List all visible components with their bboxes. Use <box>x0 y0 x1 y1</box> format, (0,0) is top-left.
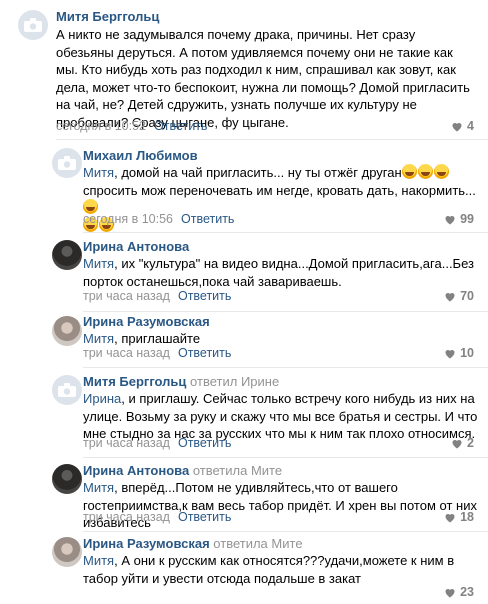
comment-2: Михаил Любимов Митя, домой на чай пригла… <box>0 140 488 233</box>
reply-button[interactable]: Ответить <box>181 212 234 226</box>
comment-6: Ирина Антонова ответила Мите Митя, вперё… <box>0 460 488 532</box>
divider <box>83 531 488 532</box>
mention-link[interactable]: Митя <box>83 553 114 568</box>
reply-to-name[interactable]: Мите <box>251 463 282 478</box>
comment-time[interactable]: три часа назад <box>83 346 170 360</box>
mention-link[interactable]: Митя <box>83 480 114 495</box>
avatar[interactable] <box>52 240 82 270</box>
reply-to-name[interactable]: Мите <box>271 536 302 551</box>
comment-text: Митя, их "культура" на видео видна...Дом… <box>83 256 474 289</box>
comment-meta: три часа назад Ответить <box>83 436 231 450</box>
comment-text: А никто не задумывался почему драка, при… <box>56 27 470 130</box>
comment-author[interactable]: Ирина Разумовская ответила Мите <box>83 536 303 551</box>
avatar[interactable] <box>18 10 48 40</box>
comment-7: Ирина Разумовская ответила Мите Митя, А … <box>0 533 488 604</box>
comment-time[interactable]: три часа назад <box>83 436 170 450</box>
like-button[interactable]: 23 <box>444 585 474 599</box>
reply-to-label: ответила <box>192 463 248 478</box>
mention-link[interactable]: Ирина <box>83 391 121 406</box>
comment-time[interactable]: сегодня в 10:52 <box>56 119 146 133</box>
avatar[interactable] <box>52 464 82 494</box>
camera-icon <box>58 383 76 397</box>
mention-link[interactable]: Митя <box>83 165 114 180</box>
reply-to-name[interactable]: Ирине <box>241 374 279 389</box>
comment-meta: три часа назад Ответить <box>83 289 231 303</box>
camera-icon <box>58 156 76 170</box>
reply-to-label: ответила <box>213 536 268 551</box>
comment-meta: сегодня в 10:52 Ответить <box>56 119 207 133</box>
comment-time[interactable]: сегодня в 10:56 <box>83 212 173 226</box>
rolling-laughing-emoji-icon <box>433 164 449 179</box>
reply-button[interactable]: Ответить <box>178 436 231 450</box>
reply-button[interactable]: Ответить <box>178 346 231 360</box>
mention-link[interactable]: Митя <box>83 256 114 271</box>
avatar[interactable] <box>52 316 82 346</box>
comment-author[interactable]: Митя Берггольц <box>56 9 159 24</box>
like-button[interactable]: 18 <box>444 510 474 524</box>
heart-icon <box>445 215 455 224</box>
like-count: 4 <box>467 119 474 133</box>
comment-text: Митя, приглашайте <box>83 331 201 346</box>
like-button[interactable]: 99 <box>444 212 474 226</box>
comment-text: Ирина, и приглашу. Сейчас только встречу… <box>83 391 478 441</box>
like-count: 99 <box>460 212 474 226</box>
comment-text: Митя, А они к русским как относятся???уд… <box>83 553 455 586</box>
comment-meta: три часа назад Ответить <box>83 510 231 524</box>
heart-icon <box>445 588 455 597</box>
rolling-laughing-emoji-icon <box>401 164 417 179</box>
mention-link[interactable]: Митя <box>83 331 114 346</box>
like-count: 23 <box>460 585 474 599</box>
comment-author[interactable]: Михаил Любимов <box>83 148 198 163</box>
like-button[interactable]: 70 <box>444 289 474 303</box>
heart-icon <box>445 292 455 301</box>
comment-4: Ирина Разумовская Митя, приглашайте три … <box>0 312 488 370</box>
like-count: 70 <box>460 289 474 303</box>
avatar[interactable] <box>52 148 82 178</box>
divider <box>83 457 488 458</box>
comment-1: Митя Берггольц А никто не задумывался по… <box>0 0 488 140</box>
comment-meta: три часа назад Ответить <box>83 346 231 360</box>
comment-author[interactable]: Ирина Антонова <box>83 239 189 254</box>
comment-meta: сегодня в 10:56 Ответить <box>83 212 234 226</box>
like-count: 18 <box>460 510 474 524</box>
comment-time[interactable]: три часа назад <box>83 510 170 524</box>
heart-icon <box>445 349 455 358</box>
reply-button[interactable]: Ответить <box>154 119 207 133</box>
avatar[interactable] <box>52 537 82 567</box>
comment-author[interactable]: Ирина Антонова ответила Мите <box>83 463 282 478</box>
heart-icon <box>452 122 462 131</box>
comment-time[interactable]: три часа назад <box>83 289 170 303</box>
comment-5: Митя Берггольц ответил Ирине Ирина, и пр… <box>0 370 488 458</box>
comment-3: Ирина Антонова Митя, их "культура" на ви… <box>0 233 488 312</box>
reply-button[interactable]: Ответить <box>178 510 231 524</box>
comment-author[interactable]: Митя Берггольц ответил Ирине <box>83 374 279 389</box>
like-count: 2 <box>467 436 474 450</box>
like-button[interactable]: 10 <box>444 346 474 360</box>
comment-author[interactable]: Ирина Разумовская <box>83 314 210 329</box>
like-count: 10 <box>460 346 474 360</box>
like-button[interactable]: 4 <box>451 119 474 133</box>
avatar[interactable] <box>52 375 82 405</box>
heart-icon <box>445 513 455 522</box>
heart-icon <box>452 439 462 448</box>
reply-button[interactable]: Ответить <box>178 289 231 303</box>
rolling-laughing-emoji-icon <box>417 164 433 179</box>
divider <box>83 367 488 368</box>
reply-to-label: ответил <box>190 374 238 389</box>
like-button[interactable]: 2 <box>451 436 474 450</box>
camera-icon <box>24 18 42 32</box>
